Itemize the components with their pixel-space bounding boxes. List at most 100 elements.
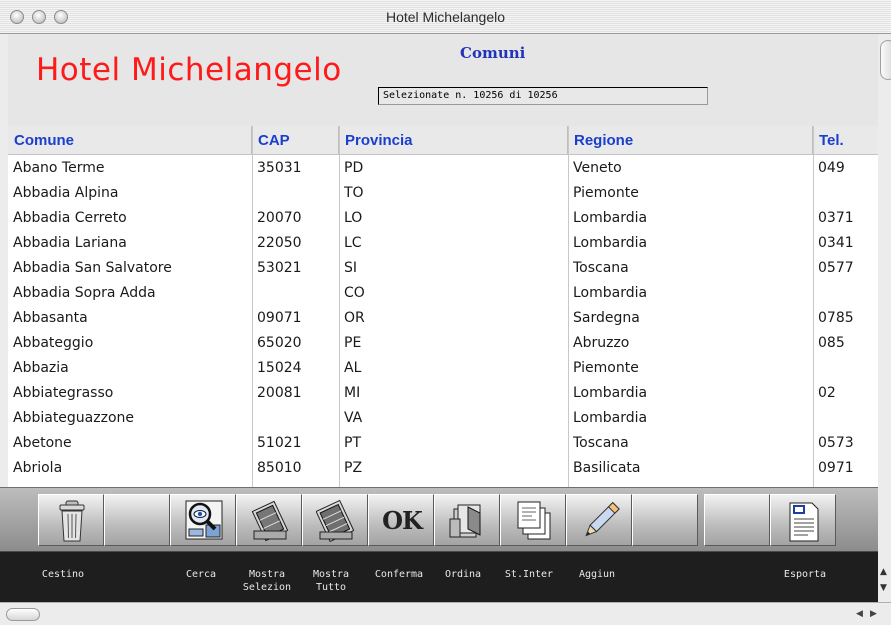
table-row[interactable]: Abano Terme 35031 PD Veneto 049 <box>8 156 878 181</box>
cell-provincia: PE <box>344 335 362 351</box>
scroll-right-arrow-icon[interactable]: ▶ <box>870 609 877 619</box>
mostra-selezion-label-line1: Mostra <box>248 569 286 580</box>
cell-comune: Abano Terme <box>13 160 105 176</box>
conferma-button[interactable]: OK <box>368 494 434 546</box>
cell-tel <box>813 181 878 206</box>
cell-regione: Toscana <box>573 435 629 451</box>
vertical-scroll-thumb[interactable] <box>880 40 891 80</box>
toolbar-label-bar: Cestino Cerca Mostra Selezion Mostra Tut… <box>0 552 878 602</box>
cell-comune: Abbadia San Salvatore <box>13 260 172 276</box>
ordina-label: Ordina <box>444 569 482 580</box>
film-reel-icon <box>251 500 289 542</box>
table-row[interactable]: Abbadia Cerreto 20070 LO Lombardia 0371 <box>8 206 878 231</box>
cell-provincia: PT <box>344 435 361 451</box>
cell-cap: 22050 <box>257 235 302 251</box>
cell-regione: Sardegna <box>573 310 640 326</box>
cell-cap <box>252 181 339 206</box>
cell-comune: Abbadia Sopra Adda <box>13 285 156 301</box>
aggiun-button[interactable] <box>566 494 632 546</box>
horizontal-scroll-thumb[interactable] <box>6 608 40 621</box>
cell-tel <box>813 281 878 306</box>
table-row[interactable]: Abbadia Sopra Adda CO Lombardia <box>8 281 878 306</box>
cerca-button[interactable] <box>170 494 236 546</box>
cell-comune: Abbazia <box>13 360 69 376</box>
cell-tel: 0785 <box>818 310 854 326</box>
cell-provincia: AL <box>344 360 362 376</box>
right-scroll-gutter <box>878 34 891 625</box>
column-header-tel[interactable]: Tel. <box>813 126 878 155</box>
mostra-tutto-label-line2: Tutto <box>315 582 347 593</box>
table-row[interactable]: Abbadia Lariana 22050 LC Lombardia 0341 <box>8 231 878 256</box>
cell-tel: 02 <box>818 385 836 401</box>
aggiun-label: Aggiun <box>578 569 616 580</box>
cell-regione: Piemonte <box>573 185 639 201</box>
column-divider <box>568 126 569 487</box>
esporta-button[interactable] <box>770 494 836 546</box>
cell-regione: Lombardia <box>573 385 648 401</box>
cell-cap: 20070 <box>257 210 302 226</box>
cell-tel <box>813 356 878 381</box>
column-header-cap[interactable]: CAP <box>252 126 339 155</box>
column-header-provincia[interactable]: Provincia <box>339 126 568 155</box>
column-divider <box>339 126 340 487</box>
cell-provincia: PD <box>344 160 364 176</box>
table-body: Abano Terme 35031 PD Veneto 049 Abbadia Alpin… <box>8 156 878 487</box>
mostra-selezion-label-line2: Selezion <box>242 582 292 593</box>
cell-regione: Lombardia <box>573 210 648 226</box>
table-row[interactable]: Abriola 85010 PZ Basilicata 0971 <box>8 456 878 481</box>
column-divider <box>252 126 253 487</box>
cell-tel: 0971 <box>818 460 854 476</box>
table-row[interactable]: Abbadia San Salvatore 53021 SI Toscana 0577 <box>8 256 878 281</box>
table-row[interactable]: Abbazia 15024 AL Piemonte <box>8 356 878 381</box>
table-row[interactable]: Abbiateguazzone VA Lombardia <box>8 406 878 431</box>
table-header: Comune CAP Provincia Regione Tel. <box>8 126 878 155</box>
cell-tel: 049 <box>818 160 845 176</box>
cell-tel: 0371 <box>818 210 854 226</box>
scroll-down-arrow-icon[interactable]: ▼ <box>880 583 887 593</box>
cell-regione: Basilicata <box>573 460 641 476</box>
table-row[interactable]: Abetone 51021 PT Toscana 0573 <box>8 431 878 456</box>
film-reel-icon <box>316 499 355 543</box>
cell-provincia: SI <box>344 260 358 276</box>
cell-provincia: MI <box>344 385 361 401</box>
table-row[interactable]: Abbateggio 65020 PE Abruzzo 085 <box>8 331 878 356</box>
cell-cap: 15024 <box>257 360 302 376</box>
cell-tel: 085 <box>818 335 845 351</box>
st-inter-button[interactable] <box>500 494 566 546</box>
section-title: Comuni <box>460 44 526 62</box>
scroll-up-arrow-icon[interactable]: ▲ <box>880 567 887 577</box>
column-header-regione[interactable]: Regione <box>568 126 813 155</box>
scroll-left-arrow-icon[interactable]: ◀ <box>856 609 863 619</box>
vertical-scroll-arrows: ▲ ▼ <box>878 565 891 605</box>
empty-toolbar-slot <box>704 494 770 546</box>
cestino-label: Cestino <box>41 569 85 580</box>
horizontal-scrollbar[interactable]: ◀ ▶ <box>0 602 891 625</box>
empty-toolbar-slot <box>104 494 170 546</box>
cell-regione: Lombardia <box>573 235 648 251</box>
cell-tel: 0341 <box>818 235 854 251</box>
cell-provincia: OR <box>344 310 365 326</box>
table-row[interactable]: Abbadia Alpina TO Piemonte <box>8 181 878 206</box>
mostra-selezion-button[interactable] <box>236 494 302 546</box>
st-inter-label: St.Inter <box>504 569 554 580</box>
mostra-tutto-button[interactable] <box>302 494 368 546</box>
ok-icon: OK <box>382 506 423 535</box>
mostra-tutto-label-line1: Mostra <box>312 569 350 580</box>
title-bar: Hotel Michelangelo <box>0 0 891 34</box>
header-panel: Hotel Michelangelo Comuni Selezionate n.… <box>8 34 878 126</box>
cell-cap: 51021 <box>257 435 302 451</box>
column-header-comune[interactable]: Comune <box>8 126 252 155</box>
search-icon <box>185 500 223 540</box>
table-row[interactable]: Abbasanta 09071 OR Sardegna 0785 <box>8 306 878 331</box>
cell-comune: Abriola <box>13 460 63 476</box>
print-pages-icon <box>517 501 551 540</box>
cell-regione: Veneto <box>573 160 622 176</box>
cestino-button[interactable] <box>38 494 104 546</box>
window-title: Hotel Michelangelo <box>385 9 506 25</box>
cell-comune: Abbateggio <box>13 335 94 351</box>
table-row[interactable]: Abbiategrasso 20081 MI Lombardia 02 <box>8 381 878 406</box>
empty-toolbar-slot <box>632 494 698 546</box>
ordina-button[interactable] <box>434 494 500 546</box>
cell-cap: 35031 <box>257 160 302 176</box>
cell-tel <box>813 406 878 431</box>
